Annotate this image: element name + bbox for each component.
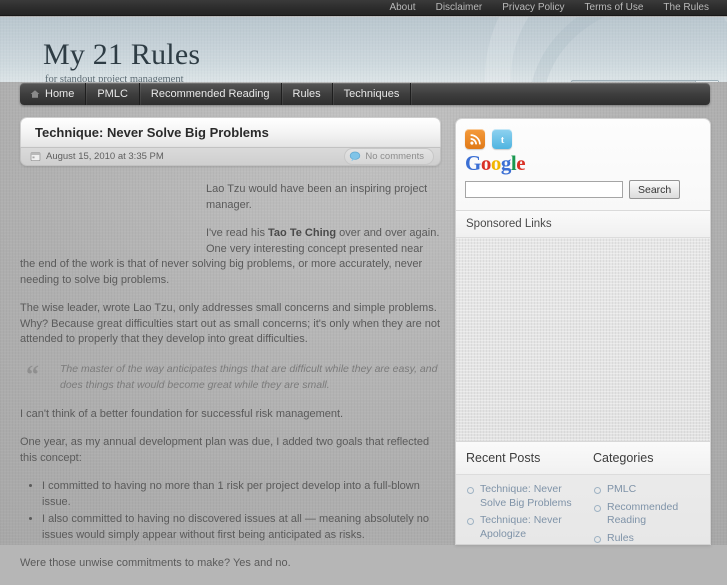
- article-column: Technique: Never Solve Big Problems Augu…: [20, 117, 441, 585]
- post-meta-bar: August 15, 2010 at 3:35 PM No comments: [20, 147, 441, 166]
- categories-list: PMLC Recommended Reading Rules Technique…: [583, 475, 710, 545]
- post-bullet-list: I committed to having no more than 1 ris…: [20, 479, 441, 543]
- post-header: Technique: Never Solve Big Problems: [20, 117, 441, 147]
- nav-item-pmlc[interactable]: PMLC: [86, 83, 140, 105]
- main-navigation: Home PMLC Recommended Reading Rules Tech…: [20, 83, 710, 105]
- rss-icon[interactable]: [465, 129, 485, 149]
- post-paragraph-6: Were those unwise commitments to make? Y…: [20, 557, 291, 569]
- google-search-form: Search: [456, 175, 710, 210]
- nav-item-techniques[interactable]: Techniques: [333, 83, 412, 105]
- post-date: August 15, 2010 at 3:35 PM: [46, 151, 164, 162]
- sidebar: t Google Search Sponsored Links Recent P…: [455, 118, 711, 545]
- post-comments-link[interactable]: No comments: [344, 148, 434, 165]
- post-title: Technique: Never Solve Big Problems: [35, 125, 269, 140]
- google-letter: o: [480, 151, 492, 175]
- nav-item-pmlc-label: PMLC: [97, 88, 128, 100]
- categories-column: Categories PMLC Recommended Reading Rule…: [583, 442, 710, 545]
- site-title: My 21 Rules: [43, 38, 201, 71]
- post-paragraph-5: One year, as my annual development plan …: [20, 436, 430, 464]
- nav-item-home-label: Home: [45, 88, 75, 100]
- list-item[interactable]: Technique: Never Apologize: [456, 514, 583, 544]
- nav-item-rules[interactable]: Rules: [282, 83, 333, 105]
- google-letter: g: [500, 151, 512, 175]
- header-search-button[interactable]: [695, 81, 718, 82]
- calendar-icon: [30, 152, 41, 162]
- recent-posts-title: Recent Posts: [456, 442, 583, 475]
- top-utility-bar: About Disclaimer Privacy Policy Terms of…: [0, 0, 727, 16]
- twitter-glyph-icon: t: [500, 135, 504, 146]
- book-title-tao-te-ching: Tao Te Ching: [268, 227, 337, 239]
- post-date-group: August 15, 2010 at 3:35 PM: [30, 151, 164, 162]
- post-blockquote: “ The master of the way anticipates thin…: [20, 361, 441, 393]
- google-letter: o: [490, 151, 502, 175]
- nav-item-recommended-reading-label: Recommended Reading: [150, 88, 270, 100]
- topnav-item-privacy-policy[interactable]: Privacy Policy: [492, 0, 574, 16]
- google-search-button[interactable]: Search: [629, 180, 681, 199]
- recent-posts-column: Recent Posts Technique: Never Solve Big …: [456, 442, 583, 544]
- svg-text:t: t: [500, 135, 504, 146]
- list-item[interactable]: Technique: Never Solve Big Problems: [456, 483, 583, 514]
- header-swoosh-decoration-secondary: [529, 17, 727, 82]
- quote-mark-icon: “: [26, 359, 39, 389]
- topnav-item-disclaimer[interactable]: Disclaimer: [426, 0, 493, 16]
- list-item[interactable]: Rules: [583, 532, 710, 545]
- sidebar-bottom-columns: Recent Posts Technique: Never Solve Big …: [456, 441, 710, 545]
- article-float-spacer: [20, 182, 206, 244]
- list-item[interactable]: PMLC: [583, 483, 710, 501]
- post-comments-label: No comments: [365, 151, 424, 162]
- list-item: I committed to having no more than 1 ris…: [42, 479, 441, 510]
- post-blockquote-text: The master of the way anticipates things…: [60, 362, 438, 391]
- twitter-icon[interactable]: t: [492, 129, 512, 149]
- social-icon-group: t: [456, 119, 710, 149]
- post-paragraph-4: I can't think of a better foundation for…: [20, 407, 344, 420]
- site-tagline: for standout project management: [45, 74, 184, 82]
- site-header: My 21 Rules for standout project managem…: [0, 17, 727, 82]
- home-icon: [30, 90, 40, 98]
- header-search-box[interactable]: [571, 80, 719, 82]
- list-item[interactable]: Recommended Reading: [583, 501, 710, 532]
- google-search-input[interactable]: [465, 181, 623, 198]
- nav-item-techniques-label: Techniques: [343, 88, 400, 100]
- post-paragraph-3: The wise leader, wrote Lao Tzu, only add…: [20, 302, 441, 345]
- topnav-item-about[interactable]: About: [379, 0, 425, 16]
- google-letter: e: [516, 151, 526, 175]
- post-paragraph-2-pre: I've read his: [206, 227, 269, 239]
- comment-bubble-icon: [350, 151, 361, 162]
- rss-glyph-icon: [469, 133, 481, 145]
- google-logo: Google: [456, 149, 710, 175]
- topnav-item-the-rules[interactable]: The Rules: [653, 0, 719, 16]
- list-item: I also committed to having no discovered…: [42, 512, 441, 543]
- nav-item-home[interactable]: Home: [20, 83, 87, 105]
- topnav-item-terms-of-use[interactable]: Terms of Use: [575, 0, 654, 16]
- google-letter: G: [465, 151, 481, 175]
- sponsored-links-ad-area: [456, 238, 710, 441]
- recent-posts-list: Technique: Never Solve Big Problems Tech…: [456, 475, 583, 544]
- header-swoosh-decoration: [458, 17, 727, 82]
- nav-item-recommended-reading[interactable]: Recommended Reading: [140, 83, 282, 105]
- categories-title: Categories: [583, 442, 710, 475]
- nav-item-rules-label: Rules: [292, 88, 321, 100]
- top-navigation: About Disclaimer Privacy Policy Terms of…: [379, 0, 719, 16]
- sponsored-links-header: Sponsored Links: [456, 210, 710, 238]
- post-body: Lao Tzu would have been an inspiring pro…: [20, 166, 441, 572]
